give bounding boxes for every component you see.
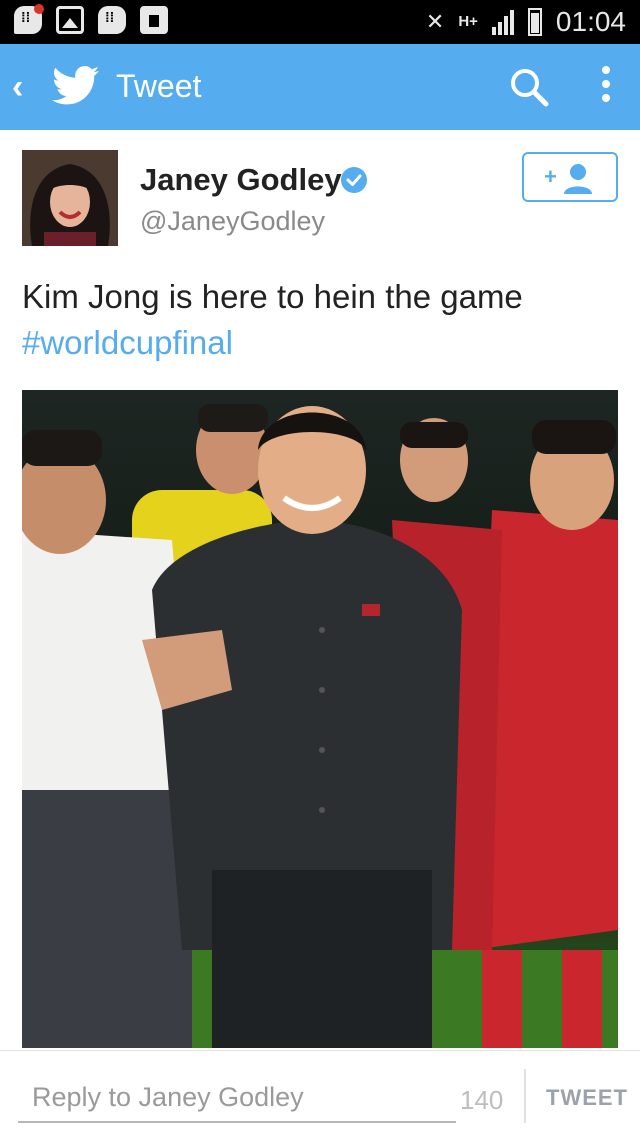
- flipboard-notification-icon: [140, 6, 168, 34]
- battery-icon: [527, 8, 542, 36]
- mute-icon: ✕: [425, 9, 445, 34]
- author-name[interactable]: Janey Godley: [140, 162, 342, 198]
- network-type: H+: [458, 13, 478, 30]
- avatar-image: [22, 150, 118, 246]
- reply-input[interactable]: [18, 1077, 456, 1123]
- divider: [524, 1069, 526, 1123]
- signal-icon: [491, 9, 514, 35]
- tweet-photo[interactable]: [22, 390, 618, 1048]
- action-bar: ‹ Tweet: [0, 44, 640, 130]
- bbm-notification-icon: [98, 6, 126, 34]
- svg-text:+: +: [544, 164, 557, 189]
- overflow-menu-icon[interactable]: [600, 66, 612, 110]
- verified-badge-icon: [341, 167, 367, 193]
- avatar[interactable]: [22, 150, 118, 246]
- reply-bar: 140 TWEET: [0, 1050, 640, 1139]
- clock: 01:04: [555, 6, 626, 37]
- character-counter: 140: [460, 1085, 504, 1115]
- tweet-body: Kim Jong is here to hein the game: [22, 278, 523, 315]
- tweet-text: Kim Jong is here to hein the game #world…: [22, 274, 622, 366]
- notification-badge: [34, 4, 44, 14]
- follow-button[interactable]: +: [522, 152, 618, 202]
- add-user-icon: +: [544, 164, 592, 194]
- tweet-button[interactable]: TWEET: [546, 1085, 628, 1111]
- photo-image: [22, 390, 618, 1048]
- status-bar: ✕ H+ 01:04: [0, 0, 640, 44]
- author-handle: @JaneyGodley: [140, 206, 326, 236]
- chevron-left-icon[interactable]: ‹: [12, 70, 23, 104]
- search-icon[interactable]: [508, 66, 550, 108]
- twitter-bird-icon[interactable]: [52, 64, 100, 108]
- gallery-notification-icon: [56, 6, 84, 34]
- hashtag-link[interactable]: #worldcupfinal: [22, 320, 622, 366]
- page-title: Tweet: [116, 68, 202, 104]
